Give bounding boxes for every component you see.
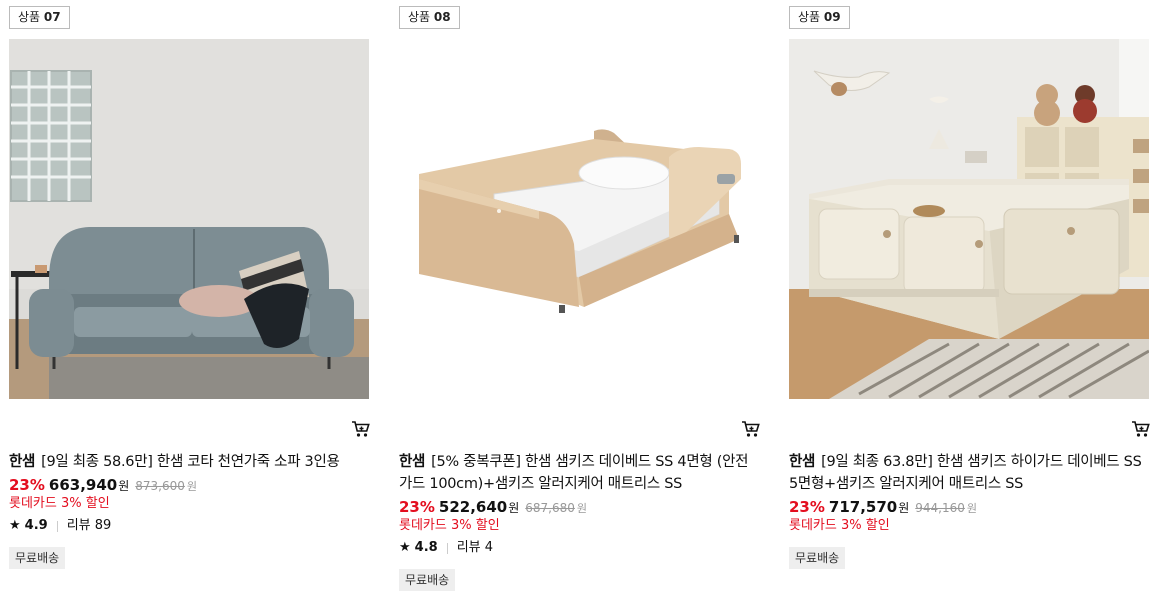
divider	[446, 542, 448, 554]
product-name: [9일 최종 63.8만] 한샘 샘키즈 하이가드 데이베드 SS 5면형+샘키…	[789, 454, 1142, 492]
card-discount-text: 롯데카드 3% 할인	[9, 496, 110, 511]
brand-name: 한샘	[399, 454, 426, 470]
cart-icon	[741, 420, 761, 438]
free-shipping-tag: 무료배송	[399, 569, 456, 591]
original-price: 944,160	[915, 501, 965, 515]
product-image-kids-bed[interactable]	[789, 39, 1149, 399]
original-price: 687,680	[525, 501, 575, 515]
star-icon: ★	[9, 518, 21, 533]
product-title[interactable]: 한샘 [5% 중복쿠폰] 한샘 샘키즈 데이베드 SS 4면형 (안전가드 100…	[399, 451, 759, 495]
product-number-badge: 상품 09	[789, 6, 850, 29]
rating-row: ★ 4.8 리뷰 4	[399, 539, 493, 557]
add-to-cart-button[interactable]	[1131, 420, 1151, 440]
brand-name: 한샘	[789, 454, 816, 470]
product-number-badge: 상품 07	[9, 6, 70, 29]
card-discount-text: 롯데카드 3% 할인	[789, 518, 890, 533]
brand-name: 한샘	[9, 454, 36, 470]
price-row: 23% 522,640원 687,680 원	[399, 498, 588, 516]
product-number-badge: 상품 08	[399, 6, 460, 29]
discount-rate: 23%	[789, 498, 825, 516]
card-discount-text: 롯데카드 3% 할인	[399, 518, 500, 533]
rating-row: ★ 4.9 리뷰 89	[9, 517, 111, 535]
sale-price: 522,640	[438, 498, 508, 516]
divider	[56, 520, 58, 532]
sale-price: 717,570	[828, 498, 898, 516]
product-image-sofa[interactable]	[9, 39, 369, 399]
product-name: [5% 중복쿠폰] 한샘 샘키즈 데이베드 SS 4면형 (안전가드 100cm…	[399, 454, 749, 492]
star-icon: ★	[399, 540, 411, 555]
product-card[interactable]: 상품 09 한샘 [9일 최종 63.8만] 한샘 샘키즈 하이가드 데이베드 …	[789, 0, 1151, 597]
add-to-cart-button[interactable]	[351, 420, 371, 440]
original-price: 873,600	[135, 479, 185, 493]
product-card[interactable]: 상품 08 한샘 [5% 중복쿠폰] 한샘 샘키즈 데이베드 SS 4면형 (안…	[399, 0, 761, 597]
review-count: 리뷰 89	[66, 518, 112, 533]
discount-rate: 23%	[9, 476, 45, 494]
cart-icon	[351, 420, 371, 438]
free-shipping-tag: 무료배송	[789, 547, 846, 569]
product-title[interactable]: 한샘 [9일 최종 58.6만] 한샘 코타 천연가죽 소파 3인용	[9, 451, 369, 473]
sale-price: 663,940	[48, 476, 118, 494]
free-shipping-tag: 무료배송	[9, 547, 66, 569]
product-name: [9일 최종 58.6만] 한샘 코타 천연가죽 소파 3인용	[41, 454, 340, 470]
add-to-cart-button[interactable]	[741, 420, 761, 440]
review-count: 리뷰 4	[456, 540, 494, 555]
rating-score: 4.8	[414, 540, 438, 555]
price-row: 23% 663,940원 873,600 원	[9, 476, 198, 494]
product-card[interactable]: 상품 07 한샘 [9일 최종 58.6만] 한샘 코타 천연가죽 소파 3인용…	[9, 0, 371, 597]
product-image-daybed[interactable]	[399, 39, 759, 399]
rating-score: 4.9	[24, 518, 48, 533]
cart-icon	[1131, 420, 1151, 438]
product-title[interactable]: 한샘 [9일 최종 63.8만] 한샘 샘키즈 하이가드 데이베드 SS 5면형+…	[789, 451, 1149, 495]
price-row: 23% 717,570원 944,160 원	[789, 498, 978, 516]
discount-rate: 23%	[399, 498, 435, 516]
